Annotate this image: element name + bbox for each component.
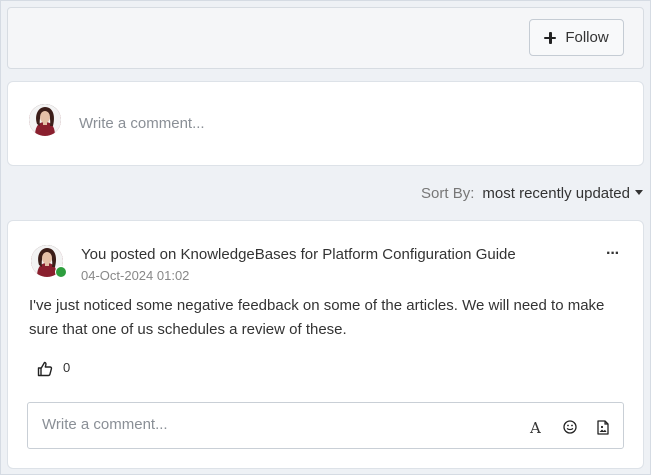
post-card: You posted on KnowledgeBases for Platfor… [7,220,644,469]
top-comment-input[interactable]: Write a comment... [79,115,205,132]
follow-button[interactable]: Follow [529,19,624,56]
post-body: I've just noticed some negative feedback… [29,297,605,338]
attachment-icon[interactable] [597,420,609,440]
post-date: 04-Oct-2024 01:02 [81,268,190,283]
avatar [29,104,61,136]
online-status-indicator [55,266,67,278]
sort-value[interactable]: most recently updated [482,185,630,202]
caret-down-icon[interactable] [635,190,643,195]
like-count: 0 [63,360,71,375]
emoji-icon[interactable] [563,420,577,439]
plus-icon [544,31,557,44]
post-title: You posted on KnowledgeBases for Platfor… [81,246,516,263]
thumbs-up-icon[interactable] [37,361,53,382]
follow-label: Follow [565,29,609,46]
top-toolbar: Follow [7,7,644,69]
text-format-icon[interactable]: A [530,419,541,437]
sort-label: Sort By: [421,185,475,202]
avatar [31,245,67,278]
sort-control[interactable]: Sort By: most recently updated [421,185,643,202]
reply-comment-input[interactable] [40,415,514,434]
comment-composer: Write a comment... [7,81,644,166]
reply-comment-box: A [27,402,624,449]
more-icon[interactable]: ··· [606,246,620,262]
